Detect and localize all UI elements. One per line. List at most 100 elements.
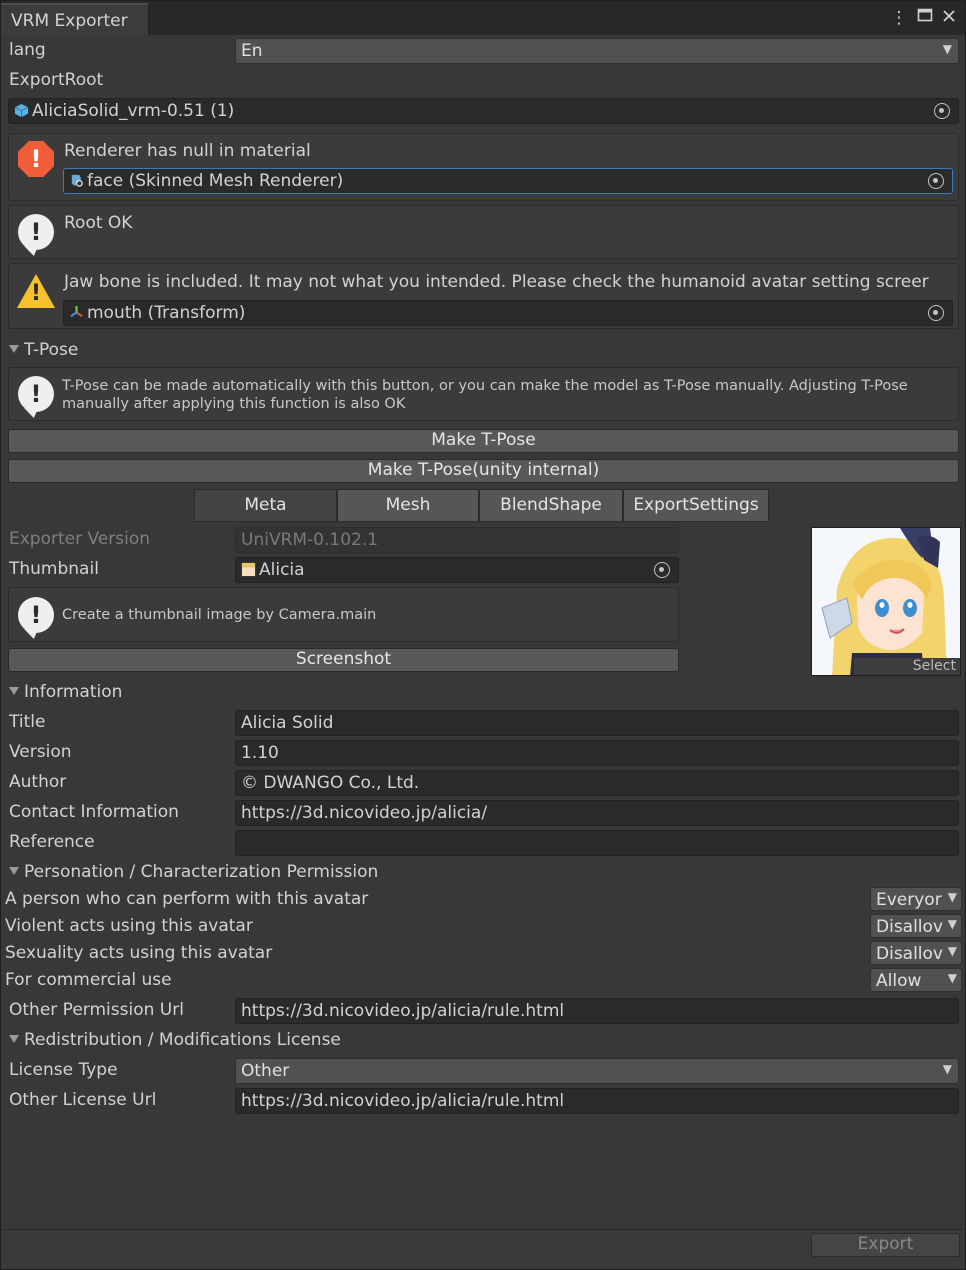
- info-message: Root OK: [64, 213, 133, 233]
- violent-dropdown[interactable]: Disallov ▼: [870, 914, 962, 938]
- commercial-dropdown[interactable]: Allow ▼: [870, 968, 962, 992]
- tpose-info-text: T-Pose can be made automatically with th…: [62, 378, 908, 412]
- info-icon: !: [18, 376, 54, 412]
- allowed-user-dropdown[interactable]: Everyor ▼: [870, 887, 962, 911]
- transform-icon: [70, 305, 83, 318]
- information-foldout[interactable]: Information: [9, 682, 122, 702]
- object-picker-icon[interactable]: [934, 103, 950, 119]
- allowed-user-label: A person who can perform with this avata…: [5, 889, 369, 909]
- title-field[interactable]: Alicia Solid: [235, 710, 959, 736]
- tpose-foldout[interactable]: T-Pose: [9, 340, 78, 360]
- commercial-label: For commercial use: [5, 970, 172, 990]
- thumbnail-info-box: ! Create a thumbnail image by Camera.mai…: [8, 587, 679, 642]
- warning-message-box: ! Jaw bone is included. It may not what …: [8, 263, 959, 329]
- footer-bar: Export: [2, 1229, 964, 1269]
- info-message-box: ! Root OK: [8, 205, 959, 259]
- object-picker-icon[interactable]: [928, 305, 944, 321]
- warning-object-field[interactable]: mouth (Transform): [63, 300, 953, 326]
- license-header: Redistribution / Modifications License: [24, 1030, 341, 1050]
- contact-label: Contact Information: [9, 802, 179, 822]
- export-root-field[interactable]: AliciaSolid_vrm-0.51 (1): [8, 98, 959, 124]
- allowed-user-value: Everyor: [876, 890, 942, 910]
- license-type-value: Other: [241, 1061, 290, 1081]
- exporter-version-field: UniVRM-0.102.1: [235, 527, 679, 553]
- version-field[interactable]: 1.10: [235, 740, 959, 766]
- foldout-arrow-icon: [9, 867, 19, 875]
- chevron-down-icon: ▼: [947, 971, 957, 985]
- object-picker-icon[interactable]: [928, 173, 944, 189]
- violent-label: Violent acts using this avatar: [5, 916, 253, 936]
- thumbnail-field[interactable]: Alicia: [235, 557, 679, 583]
- export-root-value: AliciaSolid_vrm-0.51 (1): [32, 101, 235, 121]
- sexual-dropdown[interactable]: Disallov ▼: [870, 941, 962, 965]
- chevron-down-icon: ▼: [942, 42, 952, 56]
- close-icon[interactable]: [938, 7, 960, 29]
- tab-blendshape[interactable]: BlendShape: [479, 489, 623, 522]
- vrm-exporter-window: VRM Exporter ⋮ lang En ▼ ExportRoot Alic…: [0, 0, 966, 1270]
- skinned-mesh-icon: [71, 174, 83, 187]
- contact-field[interactable]: https://3d.nicovideo.jp/alicia/: [235, 800, 959, 826]
- license-type-label: License Type: [9, 1060, 118, 1080]
- sexual-value: Disallov: [876, 944, 943, 964]
- make-tpose-internal-button[interactable]: Make T-Pose(unity internal): [8, 459, 959, 483]
- kebab-menu-icon[interactable]: ⋮: [888, 7, 910, 29]
- info-icon: !: [18, 214, 54, 250]
- texture-icon: [241, 562, 256, 577]
- error-message: Renderer has null in material: [64, 141, 311, 161]
- other-license-url-field[interactable]: https://3d.nicovideo.jp/alicia/rule.html: [235, 1088, 959, 1114]
- exporter-version-label: Exporter Version: [9, 529, 151, 549]
- foldout-arrow-icon: [9, 687, 19, 695]
- lang-label: lang: [9, 40, 46, 60]
- permission-header: Personation / Characterization Permissio…: [24, 862, 379, 882]
- other-permission-url-field[interactable]: https://3d.nicovideo.jp/alicia/rule.html: [235, 998, 959, 1024]
- maximize-icon[interactable]: [914, 7, 936, 29]
- foldout-arrow-icon: [9, 345, 19, 353]
- make-tpose-button[interactable]: Make T-Pose: [8, 429, 959, 453]
- tab-mesh[interactable]: Mesh: [337, 489, 479, 522]
- author-label: Author: [9, 772, 67, 792]
- chevron-down-icon: ▼: [947, 944, 957, 958]
- chevron-down-icon: ▼: [947, 917, 957, 931]
- commercial-value: Allow: [876, 971, 922, 991]
- version-label: Version: [9, 742, 72, 762]
- thumbnail-preview[interactable]: Select: [811, 527, 961, 676]
- info-icon: !: [18, 597, 54, 633]
- thumbnail-select-button[interactable]: Select: [854, 658, 960, 675]
- author-field[interactable]: © DWANGO Co., Ltd.: [235, 770, 959, 796]
- title-bar: VRM Exporter ⋮: [1, 1, 965, 35]
- warning-object-value: mouth (Transform): [87, 303, 246, 323]
- tpose-header: T-Pose: [24, 340, 79, 360]
- other-permission-url-label: Other Permission Url: [9, 1000, 184, 1020]
- other-license-url-label: Other License Url: [9, 1090, 157, 1110]
- character-thumbnail-image: [812, 528, 960, 675]
- sexual-label: Sexuality acts using this avatar: [5, 943, 273, 963]
- violent-value: Disallov: [876, 917, 943, 937]
- reference-label: Reference: [9, 832, 95, 852]
- permission-foldout[interactable]: Personation / Characterization Permissio…: [9, 862, 378, 882]
- error-object-field[interactable]: face (Skinned Mesh Renderer): [63, 168, 953, 194]
- export-button[interactable]: Export: [811, 1233, 960, 1257]
- error-icon: !: [18, 141, 54, 177]
- window-tab[interactable]: VRM Exporter: [1, 3, 149, 35]
- error-message-box: ! Renderer has null in material face (Sk…: [8, 133, 959, 201]
- tpose-info-box: ! T-Pose can be made automatically with …: [8, 367, 959, 421]
- tab-meta[interactable]: Meta: [194, 489, 337, 522]
- license-type-dropdown[interactable]: Other ▼: [235, 1058, 959, 1084]
- tab-export-settings[interactable]: ExportSettings: [623, 489, 769, 522]
- title-label: Title: [9, 712, 46, 732]
- object-picker-icon[interactable]: [654, 562, 670, 578]
- reference-field[interactable]: [235, 830, 959, 856]
- chevron-down-icon: ▼: [942, 1062, 952, 1076]
- error-object-value: face (Skinned Mesh Renderer): [87, 171, 344, 191]
- information-header: Information: [24, 682, 123, 702]
- warning-icon: !: [17, 274, 55, 308]
- lang-value: En: [241, 41, 263, 61]
- thumbnail-info-text: Create a thumbnail image by Camera.main: [62, 607, 377, 623]
- screenshot-button[interactable]: Screenshot: [8, 648, 679, 672]
- thumbnail-label: Thumbnail: [9, 559, 99, 579]
- license-foldout[interactable]: Redistribution / Modifications License: [9, 1030, 341, 1050]
- lang-dropdown[interactable]: En ▼: [235, 38, 959, 64]
- export-root-label: ExportRoot: [9, 70, 104, 90]
- chevron-down-icon: ▼: [947, 890, 957, 904]
- foldout-arrow-icon: [9, 1035, 19, 1043]
